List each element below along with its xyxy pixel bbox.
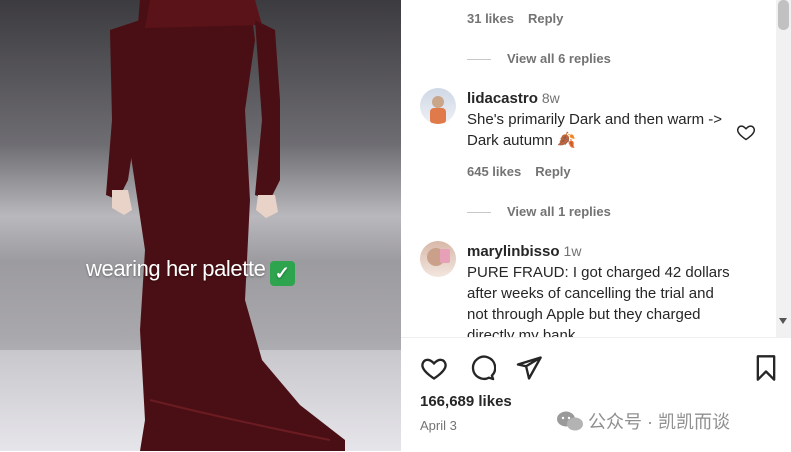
prev-reply-likes[interactable]: 31 likes	[467, 11, 514, 26]
divider-line	[467, 59, 491, 61]
view-replies-label[interactable]: View all 1 replies	[507, 204, 611, 219]
image-caption: wearing her palette ✓	[86, 256, 295, 286]
comments-panel[interactable]: 31 likes Reply View all 6 replies lidacas…	[401, 0, 776, 337]
comment-likes[interactable]: 645 likes	[467, 164, 521, 179]
view-replies-toggle[interactable]: View all 1 replies	[467, 204, 611, 219]
wechat-icon	[557, 411, 583, 431]
scrollbar-thumb[interactable]	[778, 0, 789, 30]
comment-text: PURE FRAUD: I got charged 42 dollars aft…	[467, 264, 730, 337]
like-count[interactable]: 166,689 likes	[420, 393, 512, 410]
comments-scrollbar[interactable]	[776, 0, 791, 337]
comment-bubble-icon[interactable]	[468, 354, 496, 382]
avatar[interactable]	[420, 241, 456, 277]
prev-reply-button[interactable]: Reply	[528, 11, 563, 26]
post-date[interactable]: April 3	[420, 418, 457, 433]
avatar-image	[430, 96, 446, 124]
comment-username[interactable]: marylinbisso	[467, 243, 560, 260]
dress-figure	[106, 0, 345, 451]
comment-body: marylinbisso 1w PURE FRAUD: I got charged…	[467, 241, 737, 337]
caption-text: wearing her palette	[86, 256, 266, 281]
comment-meta: 645 likes Reply	[467, 164, 585, 179]
view-replies-label[interactable]: View all 6 replies	[507, 51, 611, 66]
prev-reply-meta: 31 likes Reply	[467, 11, 577, 26]
comment-username[interactable]: lidacastro	[467, 90, 538, 107]
watermark-text: 公众号 · 凯凯而谈	[588, 412, 730, 432]
comment-body: lidacastro 8w She's primarily Dark and th…	[467, 88, 737, 151]
post-image[interactable]: wearing her palette ✓	[0, 0, 401, 451]
avatar[interactable]	[420, 88, 456, 124]
view-replies-toggle[interactable]: View all 6 replies	[467, 51, 611, 66]
like-heart-icon[interactable]	[420, 354, 448, 382]
check-emoji-icon: ✓	[269, 261, 295, 286]
watermark: 公众号 · 凯凯而谈	[556, 408, 730, 434]
comment-text: She's primarily Dark and then warm -> Da…	[467, 111, 723, 149]
avatar-image	[427, 248, 450, 266]
divider-line	[467, 212, 491, 214]
scroll-down-arrow-icon[interactable]	[779, 318, 787, 324]
comment-time[interactable]: 1w	[564, 243, 582, 259]
comment-time[interactable]: 8w	[542, 90, 560, 106]
share-send-icon[interactable]	[515, 354, 543, 382]
like-comment-heart-icon[interactable]	[736, 122, 756, 142]
reply-button[interactable]: Reply	[535, 164, 570, 179]
save-bookmark-icon[interactable]	[754, 354, 778, 382]
post-actions: 166,689 likes April 3 公众号 · 凯凯而谈	[401, 337, 791, 452]
